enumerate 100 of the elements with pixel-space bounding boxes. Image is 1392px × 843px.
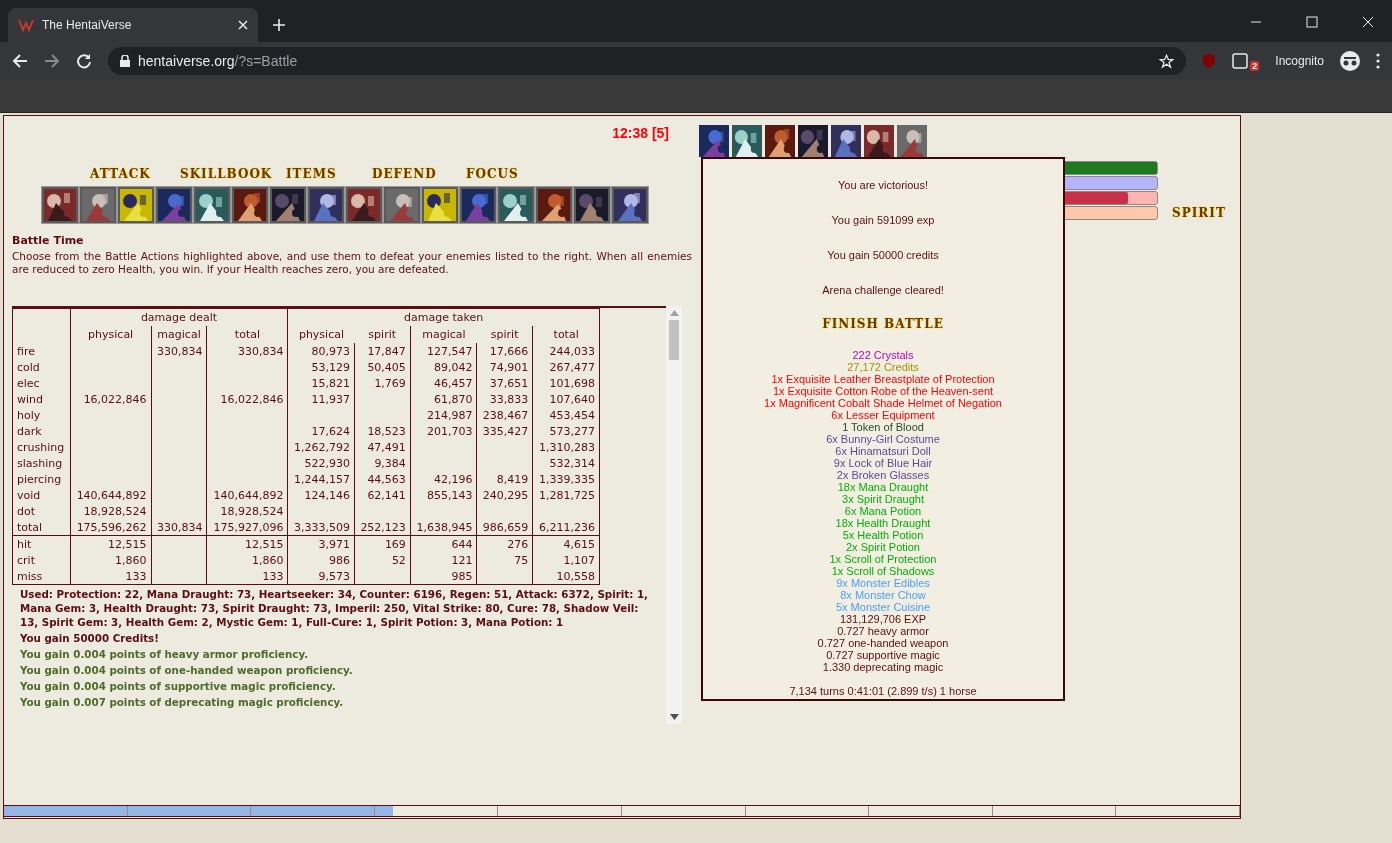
loot-item: 9x Monster Edibles — [836, 577, 930, 589]
action-button[interactable] — [270, 187, 306, 223]
table-cell: 252,123 — [354, 519, 411, 536]
action-button[interactable] — [232, 187, 268, 223]
spirit-button[interactable]: SPIRIT — [1172, 206, 1226, 220]
column-heading: magical — [151, 326, 207, 343]
action-button[interactable] — [42, 187, 78, 223]
star-icon[interactable] — [1159, 53, 1175, 69]
table-cell: 1,262,792 — [287, 439, 355, 455]
row-label: elec — [12, 375, 71, 391]
loot-item: 6x Bunny-Girl Costume — [826, 433, 940, 445]
table-cell: 240,295 — [476, 487, 533, 503]
menu-button[interactable]: ITEMS — [286, 167, 372, 181]
table-cell: 453,454 — [532, 407, 600, 423]
scroll-thumb[interactable] — [669, 320, 679, 360]
loot-item: 3x Spirit Draught — [842, 493, 924, 505]
result-message: Arena challenge cleared! — [822, 284, 944, 298]
loot-item: 9x Lock of Blue Hair — [833, 457, 933, 469]
table-cell: 18,928,524 — [206, 503, 288, 519]
loot-item: 6x Lesser Equipment — [831, 409, 935, 421]
action-button[interactable] — [612, 187, 648, 223]
table-cell: 532,314 — [532, 455, 600, 471]
table-cell — [151, 535, 207, 552]
result-message: You gain 591099 exp — [831, 214, 935, 228]
address-bar[interactable]: hentaiverse.org/?s=Battle — [108, 47, 1187, 75]
action-button[interactable] — [194, 187, 230, 223]
table-cell: 6,211,236 — [532, 519, 600, 536]
table-cell: 74,901 — [476, 359, 533, 375]
loot-item: 0.727 heavy armor — [837, 625, 929, 637]
reload-icon[interactable] — [76, 53, 92, 69]
table-cell: 1,281,725 — [532, 487, 600, 503]
forward-icon[interactable] — [44, 53, 60, 69]
finish-battle-button[interactable]: FINISH BATTLE — [822, 317, 944, 331]
table-cell: 12,515 — [206, 535, 288, 552]
result-message: You are victorious! — [837, 179, 929, 193]
table-cell: 61,870 — [410, 391, 477, 407]
menu-button[interactable]: FOCUS — [466, 167, 526, 181]
table-cell: 10,558 — [532, 568, 600, 585]
table-cell: 1,339,335 — [532, 471, 600, 487]
action-button[interactable] — [422, 187, 458, 223]
table-cell: 175,596,262 — [70, 519, 152, 536]
close-icon[interactable] — [238, 20, 248, 30]
table-cell: 522,930 — [287, 455, 355, 471]
lock-icon — [120, 55, 130, 67]
menu-button[interactable]: ATTACK — [90, 167, 180, 181]
menu-button[interactable]: DEFEND — [372, 167, 466, 181]
table-cell: 3,333,509 — [287, 519, 355, 536]
new-tab-icon[interactable] — [272, 18, 286, 32]
row-label: crit — [12, 552, 71, 568]
table-cell: 986,659 — [476, 519, 533, 536]
action-button[interactable] — [536, 187, 572, 223]
effect-icon[interactable] — [765, 125, 795, 157]
table-cell: 12,515 — [70, 535, 152, 552]
table-cell: 75 — [476, 552, 533, 568]
extension-icon[interactable] — [1232, 53, 1249, 69]
table-cell: 330,834 — [151, 519, 207, 536]
effect-icon[interactable] — [798, 125, 828, 157]
browser-tab[interactable]: The HentaiVerse — [8, 8, 258, 42]
action-button[interactable] — [574, 187, 610, 223]
action-button[interactable] — [308, 187, 344, 223]
menu-button[interactable]: SKILLBOOK — [180, 167, 286, 181]
loot-item: 1x Exquisite Leather Breastplate of Protection — [771, 373, 995, 385]
tab-title: The HentaiVerse — [42, 18, 133, 32]
effect-icon[interactable] — [831, 125, 861, 157]
loot-item: 5x Health Potion — [842, 529, 924, 541]
table-cell: 15,821 — [287, 375, 355, 391]
table-cell: 9,384 — [354, 455, 411, 471]
maximize-icon[interactable] — [1306, 16, 1318, 28]
scrollbar[interactable] — [666, 306, 682, 724]
table-cell: 573,277 — [532, 423, 600, 439]
table-cell: 80,973 — [287, 343, 355, 359]
menu-icon[interactable] — [1376, 53, 1380, 69]
close-icon[interactable] — [1362, 16, 1374, 28]
table-cell: 62,141 — [354, 487, 411, 503]
table-cell: 127,547 — [410, 343, 477, 359]
action-button[interactable] — [118, 187, 154, 223]
scroll-down-icon[interactable] — [669, 714, 679, 720]
incognito-icon[interactable] — [1340, 51, 1360, 71]
effect-icon[interactable] — [897, 125, 927, 157]
action-button[interactable] — [498, 187, 534, 223]
table-cell: 644 — [410, 535, 477, 552]
table-cell: 133 — [70, 568, 152, 585]
effect-icon[interactable] — [732, 125, 762, 157]
table-cell: 16,022,846 — [70, 391, 152, 407]
action-button[interactable] — [346, 187, 382, 223]
row-label: fire — [12, 343, 71, 359]
loot-item: 0.727 supportive magic — [826, 649, 940, 661]
column-heading: physical — [70, 326, 152, 343]
table-cell: 1,860 — [70, 552, 152, 568]
table-cell: 89,042 — [410, 359, 477, 375]
loot-item: 1.330 deprecating magic — [822, 661, 944, 673]
effect-icon[interactable] — [864, 125, 894, 157]
profile-label[interactable]: Incognito — [1275, 54, 1324, 68]
table-cell: 107,640 — [532, 391, 600, 407]
table-cell: 855,143 — [410, 487, 477, 503]
table-cell: 169 — [354, 535, 411, 552]
back-icon[interactable] — [12, 53, 28, 69]
loot-item: 6x Hinamatsuri Doll — [835, 445, 931, 457]
log-line: Used: Protection: 22, Mana Draught: 73, Heartseeker: 34, Counter: 6196, Regen: 51, Attack: 6372, Spirit: 1, Mana Gem: 3, Health Draught: 73, Spirit Draught: 73, Imperil: 250, Vital Strike: 80, Cure: 78, Shadow Veil: 13, Spirit Gem: 3, Health Gem: 2, Mystic Gem: 1, Full-Cure: 1, Spirit Potion: 3, Mana Potion: 1 — [19, 587, 649, 629]
row-label: total — [12, 519, 71, 536]
